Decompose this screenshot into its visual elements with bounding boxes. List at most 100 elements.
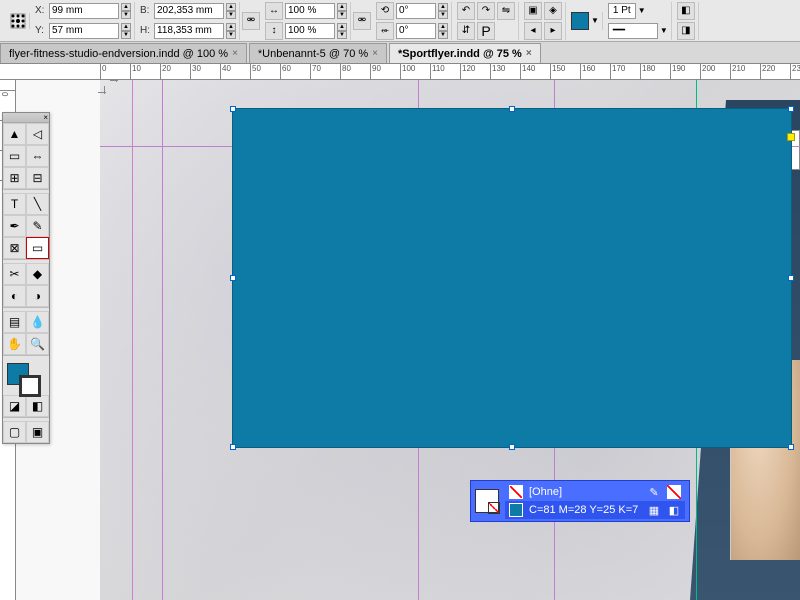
page-tool[interactable]: ▭ [3, 145, 26, 167]
stroke-style-input[interactable]: ━━ [608, 23, 658, 39]
none-icon [667, 485, 681, 499]
h-label: H: [140, 25, 152, 36]
line-tool[interactable]: ╲ [26, 193, 49, 215]
scale-x-input[interactable] [285, 3, 335, 19]
selection-handle[interactable] [788, 106, 794, 112]
selection-handle[interactable] [788, 275, 794, 281]
para-icon[interactable]: P [477, 22, 495, 40]
tab-sportflyer[interactable]: *Sportflyer.indd @ 75 %× [389, 43, 541, 63]
flip-v-icon[interactable]: ⇵ [457, 22, 475, 40]
close-icon[interactable]: × [43, 113, 48, 122]
stroke-color[interactable] [19, 375, 41, 397]
select-content-icon[interactable]: ◈ [544, 2, 562, 20]
selection-handle[interactable] [509, 106, 515, 112]
constrain-icon[interactable]: ⚮ [242, 12, 260, 30]
select-prev-icon[interactable]: ◂ [524, 22, 542, 40]
effects-icon[interactable]: ◧ [677, 2, 695, 20]
selection-tool[interactable]: ▲ [3, 123, 26, 145]
selection-handle[interactable] [230, 275, 236, 281]
rot-spinner[interactable]: ▲▼ [438, 3, 448, 19]
note-tool[interactable]: ▤ [3, 311, 26, 333]
direct-selection-tool[interactable]: ◁ [26, 123, 49, 145]
sx-spinner[interactable]: ▲▼ [337, 3, 347, 19]
horizontal-ruler[interactable]: 0102030405060708090100110120130140150160… [0, 64, 800, 80]
swatches-popup[interactable]: [Ohne] ✎ C=81 M=28 Y=25 K=7 ▦ ◧ [470, 480, 690, 522]
hand-tool[interactable]: ✋ [3, 333, 26, 355]
panel-header[interactable]: × [3, 113, 49, 123]
normal-view-icon[interactable]: ▢ [3, 421, 26, 443]
close-icon[interactable]: × [526, 48, 532, 59]
crop-mark [110, 80, 122, 86]
eyedropper-tool[interactable]: 💧 [26, 311, 49, 333]
free-transform-tool[interactable]: ◆ [26, 263, 49, 285]
selected-rectangle[interactable] [232, 108, 792, 448]
fill-swatch[interactable] [571, 12, 589, 30]
x-spinner[interactable]: ▲▼ [121, 3, 131, 19]
pencil-tool[interactable]: ✎ [26, 215, 49, 237]
selection-handle[interactable] [230, 106, 236, 112]
tab-unbenannt[interactable]: *Unbenannt-5 @ 70 % × [249, 43, 387, 63]
dropdown-icon[interactable]: ▼ [591, 16, 599, 25]
dropdown-icon[interactable]: ▼ [660, 26, 668, 35]
canvas[interactable]: 0102030 WIF [0, 80, 800, 600]
fill-stroke-proxy[interactable] [3, 359, 49, 395]
scale-y-input[interactable] [285, 23, 335, 39]
zoom-tool[interactable]: 🔍 [26, 333, 49, 355]
color-swatch-icon [509, 503, 523, 517]
h-spinner[interactable]: ▲▼ [226, 23, 236, 39]
fill-stroke-proxy[interactable] [475, 489, 499, 513]
document-page[interactable]: WIF [100, 80, 800, 600]
reference-point[interactable] [4, 13, 30, 29]
apply-color-icon[interactable]: ◪ [3, 395, 26, 417]
live-corner-handle[interactable] [787, 133, 795, 141]
selection-handle[interactable] [509, 444, 515, 450]
rotate-input[interactable] [396, 3, 436, 19]
rotate-ccw-icon[interactable]: ↶ [457, 2, 475, 20]
height-input[interactable] [154, 23, 224, 39]
gradient-swatch-tool[interactable]: ◐ [3, 285, 26, 307]
apply-gradient-icon[interactable]: ◧ [26, 395, 49, 417]
scissors-tool[interactable]: ✂ [3, 263, 26, 285]
effects2-icon[interactable]: ◨ [677, 22, 695, 40]
pencil-icon[interactable]: ✎ [647, 485, 661, 499]
shear-spinner[interactable]: ▲▼ [438, 23, 448, 39]
dropdown-icon[interactable]: ▼ [638, 6, 646, 15]
rotate-cw-icon[interactable]: ↷ [477, 2, 495, 20]
guide-vertical[interactable] [162, 80, 163, 600]
w-spinner[interactable]: ▲▼ [226, 3, 236, 19]
rectangle-frame-tool[interactable]: ⊠ [3, 237, 26, 259]
shear-input[interactable] [396, 23, 436, 39]
x-input[interactable] [49, 3, 119, 19]
flip-h-icon[interactable]: ⇋ [497, 2, 515, 20]
close-icon[interactable]: × [372, 48, 378, 59]
tab-flyer-fitness[interactable]: flyer-fitness-studio-endversion.indd @ 1… [0, 43, 247, 63]
scale-x-icon: ↔ [265, 2, 283, 20]
rectangle-tool[interactable]: ▭ [26, 237, 49, 259]
preview-view-icon[interactable]: ▣ [26, 421, 49, 443]
sy-spinner[interactable]: ▲▼ [337, 23, 347, 39]
tab-label: *Unbenannt-5 @ 70 % [258, 48, 368, 60]
constrain-scale-icon[interactable]: ⚮ [353, 12, 371, 30]
gap-tool[interactable]: ⇔ [26, 145, 49, 167]
content-collector-tool[interactable]: ⊞ [3, 167, 26, 189]
swatch-none-row[interactable]: [Ohne] ✎ [505, 483, 685, 501]
select-container-icon[interactable]: ▣ [524, 2, 542, 20]
y-input[interactable] [49, 23, 119, 39]
close-icon[interactable]: × [232, 48, 238, 59]
select-next-icon[interactable]: ▸ [544, 22, 562, 40]
pen-tool[interactable]: ✒ [3, 215, 26, 237]
width-input[interactable] [154, 3, 224, 19]
y-spinner[interactable]: ▲▼ [121, 23, 131, 39]
swatch-color-row[interactable]: C=81 M=28 Y=25 K=7 ▦ ◧ [505, 501, 685, 519]
selection-handle[interactable] [230, 444, 236, 450]
type-tool[interactable]: T [3, 193, 26, 215]
cmyk-icon: ◧ [667, 503, 681, 517]
stroke-weight-input[interactable]: 1 Pt [608, 3, 636, 19]
guide-vertical[interactable] [132, 80, 133, 600]
selection-handle[interactable] [788, 444, 794, 450]
tab-label: flyer-fitness-studio-endversion.indd @ 1… [9, 48, 228, 60]
gradient-feather-tool[interactable]: ◑ [26, 285, 49, 307]
tools-panel[interactable]: × ▲◁ ▭⇔ ⊞⊟ T╲ ✒✎ ⊠▭ ✂◆ ◐◑ ▤💧 ✋🔍 ◪◧ ▢▣ [2, 112, 50, 444]
crop-mark [98, 86, 110, 98]
content-placer-tool[interactable]: ⊟ [26, 167, 49, 189]
